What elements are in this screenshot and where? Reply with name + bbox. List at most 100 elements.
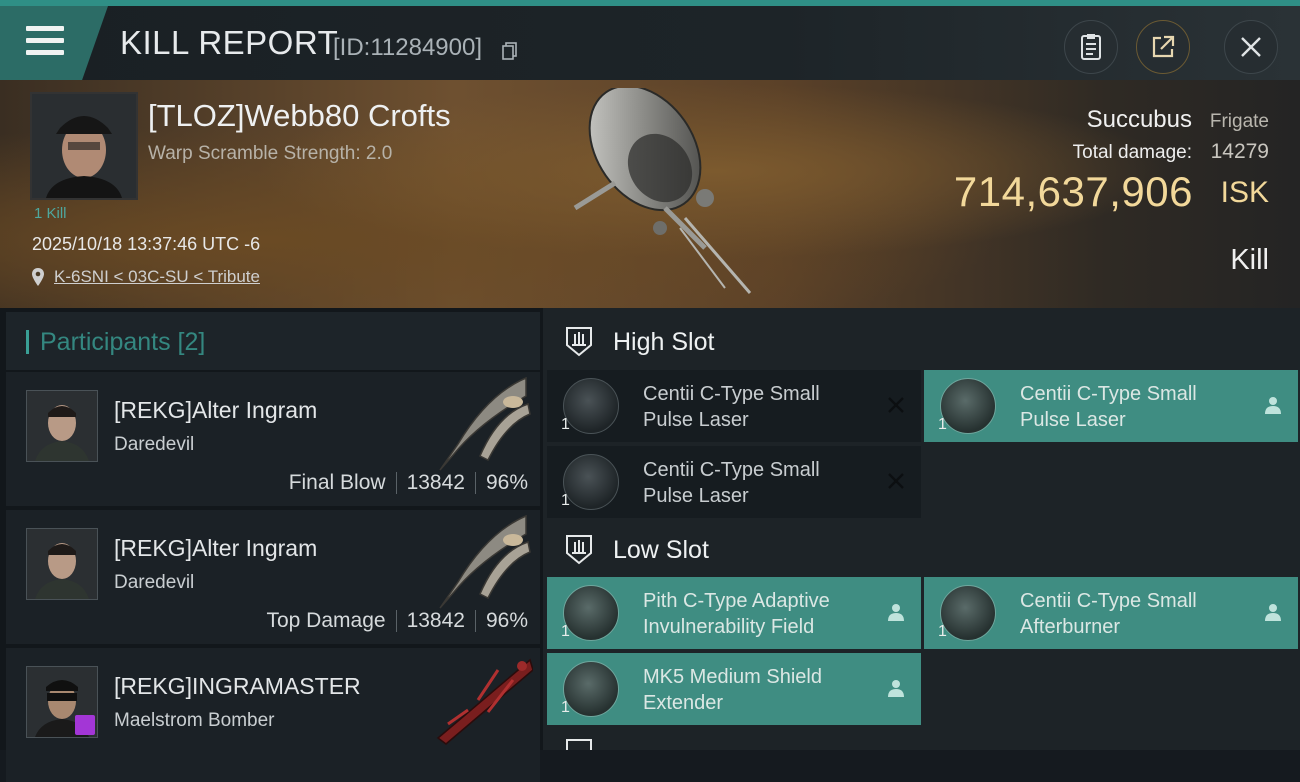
high-slot-header: High Slot <box>543 310 1300 370</box>
pilot-portrait <box>27 391 97 461</box>
module-card[interactable]: 1 Centii C-Type Small Afterburner <box>924 577 1298 649</box>
kill-summary-panel: [TLOZ]Webb80 Crofts Warp Scramble Streng… <box>0 80 1300 308</box>
module-card[interactable]: 1 Pith C-Type Adaptive Invulnerability F… <box>547 577 921 649</box>
location-pin-icon <box>32 268 44 286</box>
participants-header: Participants [2] <box>6 312 540 370</box>
participant-row[interactable]: [REKG]Alter Ingram Daredevil Top Damage … <box>6 510 540 644</box>
participant-avatar <box>26 666 98 738</box>
pulse-laser-icon <box>940 378 996 434</box>
participants-accent-bar <box>26 330 29 354</box>
module-name-line1: Pith C-Type Adaptive <box>643 590 830 612</box>
participant-damage: 13842 <box>406 609 465 632</box>
module-name-line2: Afterburner <box>1020 616 1121 638</box>
pulse-laser-icon <box>563 454 619 510</box>
participant-ship: Daredevil <box>114 572 195 593</box>
close-button[interactable] <box>1224 20 1278 74</box>
module-name: MK5 Medium Shield Extender <box>643 664 822 716</box>
divider <box>395 472 397 494</box>
module-name: Centii C-Type Small Afterburner <box>1020 588 1197 640</box>
module-card[interactable]: 1 MK5 Medium Shield Extender <box>547 653 921 725</box>
module-name: Pith C-Type Adaptive Invulnerability Fie… <box>643 588 830 640</box>
divider <box>474 610 476 632</box>
invulnerability-field-icon <box>563 585 619 641</box>
share-button[interactable] <box>1136 20 1190 74</box>
pilot-portrait <box>27 529 97 599</box>
module-name-line1: MK5 Medium Shield <box>643 666 822 688</box>
victim-ship-name[interactable]: Succubus <box>1087 106 1192 134</box>
participant-row[interactable]: [REKG]Alter Ingram Daredevil Final Blow … <box>6 372 540 506</box>
low-slot-icon <box>566 535 592 565</box>
participant-ship: Daredevil <box>114 434 195 455</box>
victim-ship-class: Frigate <box>1209 111 1269 132</box>
menu-icon <box>26 26 64 56</box>
pilot-icon <box>888 604 904 621</box>
participant-avatar <box>26 528 98 600</box>
participant-row[interactable]: [REKG]INGRAMASTER Maelstrom Bomber <box>6 648 540 782</box>
copy-icon[interactable] <box>502 42 518 60</box>
isk-value: 714,637,906 <box>953 168 1193 215</box>
low-slot-header: Low Slot <box>543 518 1300 578</box>
participant-tag: Top Damage <box>266 609 386 632</box>
participant-ship-image <box>439 376 531 471</box>
victim-portrait[interactable] <box>30 92 138 200</box>
divider <box>395 610 397 632</box>
report-id: [ID:11284900] <box>333 34 483 61</box>
clipboard-button[interactable] <box>1064 20 1118 74</box>
destroyed-icon <box>888 397 904 413</box>
menu-button[interactable] <box>0 6 108 80</box>
pilot-icon <box>1265 604 1281 621</box>
participant-stats: Top Damage 13842 96% <box>266 609 528 633</box>
mid-slot-header-partial <box>543 733 1300 750</box>
module-name: Centii C-Type Small Pulse Laser <box>1020 381 1197 433</box>
participant-name[interactable]: [REKG]Alter Ingram <box>114 397 317 424</box>
module-quantity: 1 <box>561 623 570 640</box>
module-name-line2: Pulse Laser <box>643 485 749 507</box>
divider <box>474 472 476 494</box>
kill-result: Kill <box>1230 244 1269 276</box>
module-name-line1: Centii C-Type Small <box>643 459 820 481</box>
participant-name[interactable]: [REKG]INGRAMASTER <box>114 673 361 700</box>
participant-ship-image <box>439 514 531 609</box>
pilot-icon <box>1265 397 1281 414</box>
victim-avatar <box>32 94 136 198</box>
module-name: Centii C-Type Small Pulse Laser <box>643 457 820 509</box>
fitting-panel: High Slot 1 Centii C-Type Small Pulse La… <box>543 308 1300 750</box>
shield-extender-icon <box>563 661 619 717</box>
page-title: KILL REPORT <box>120 24 339 61</box>
total-damage-label: Total damage: <box>1072 142 1192 163</box>
victim-warp-scramble: Warp Scramble Strength: 2.0 <box>148 143 393 164</box>
afterburner-icon <box>940 585 996 641</box>
participants-panel: Participants [2] [REKG]Alter Ingram Dare… <box>0 308 543 782</box>
kill-datetime: 2025/10/18 13:37:46 UTC -6 <box>32 234 261 254</box>
module-card[interactable]: 1 Centii C-Type Small Pulse Laser <box>547 370 921 442</box>
module-name-line2: Invulnerability Field <box>643 616 815 638</box>
module-quantity: 1 <box>938 623 947 640</box>
participant-name[interactable]: [REKG]Alter Ingram <box>114 535 317 562</box>
low-slot-title: Low Slot <box>613 536 709 564</box>
destroyed-icon <box>888 473 904 489</box>
participant-percent: 96% <box>485 471 528 494</box>
module-quantity: 1 <box>561 416 570 433</box>
participant-stats: Final Blow 13842 96% <box>289 471 528 495</box>
pilot-icon <box>888 680 904 697</box>
participant-percent: 96% <box>485 609 528 632</box>
high-slot-title: High Slot <box>613 328 715 356</box>
participant-ship-image <box>436 658 533 745</box>
module-quantity: 1 <box>561 492 570 509</box>
pulse-laser-icon <box>563 378 619 434</box>
victim-ship-image[interactable] <box>555 88 765 298</box>
participant-avatar <box>26 390 98 462</box>
victim-name[interactable]: [TLOZ]Webb80 Crofts <box>148 98 451 134</box>
module-name: Centii C-Type Small Pulse Laser <box>643 381 820 433</box>
kill-count: 1 Kill <box>34 205 67 222</box>
module-name-line2: Extender <box>643 692 724 714</box>
module-name-line2: Pulse Laser <box>643 409 749 431</box>
participants-title: Participants [2] <box>40 328 206 356</box>
module-card[interactable]: 1 Centii C-Type Small Pulse Laser <box>924 370 1298 442</box>
close-icon <box>1241 37 1261 57</box>
isk-unit: ISK <box>1220 176 1269 209</box>
module-card[interactable]: 1 Centii C-Type Small Pulse Laser <box>547 446 921 518</box>
high-slot-icon <box>566 327 592 357</box>
module-quantity: 1 <box>561 699 570 716</box>
kill-location-link[interactable]: K-6SNI < 03C-SU < Tribute <box>54 267 260 287</box>
